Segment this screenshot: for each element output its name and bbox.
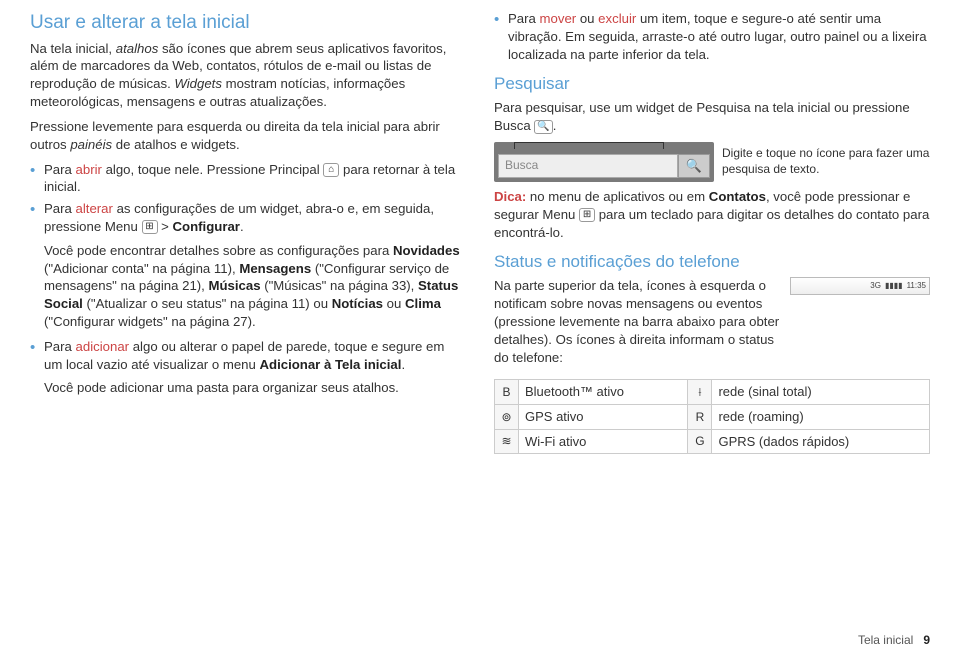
text: Para <box>44 162 76 177</box>
search-icon: 🔍 <box>534 120 552 134</box>
folder-paragraph: Você pode adicionar uma pasta para organ… <box>30 379 466 397</box>
cell-gps: GPS ativo <box>519 404 688 429</box>
search-button[interactable]: 🔍 <box>678 154 710 178</box>
footer-page: 9 <box>923 633 930 647</box>
bold-configurar: Configurar <box>173 219 240 234</box>
bullet-list-2: Para adicionar algo ou alterar o papel d… <box>30 338 466 374</box>
intro-paragraph: Na tela inicial, atalhos são ícones que … <box>30 40 466 111</box>
italic-atalhos: atalhos <box>116 41 159 56</box>
text: Para <box>508 11 540 26</box>
search-widget-figure: Busca 🔍 Digite e toque no ícone para faz… <box>494 142 930 182</box>
highlight-abrir: abrir <box>76 162 102 177</box>
bold-musicas: Músicas <box>209 278 261 293</box>
search-widget-bar: Busca 🔍 <box>494 142 714 182</box>
text: Na tela inicial, <box>30 41 116 56</box>
text: . <box>553 118 557 133</box>
status-section: Na parte superior da tela, ícones à esqu… <box>494 277 930 373</box>
callout-line <box>514 142 664 154</box>
magnifier-icon: 🔍 <box>686 157 702 175</box>
highlight-adicionar: adicionar <box>76 339 130 354</box>
text: . <box>401 357 405 372</box>
search-field-wrap: Busca 🔍 <box>498 154 710 178</box>
text: ("Configurar widgets" na página 27). <box>44 314 256 329</box>
list-item-mover: Para mover ou excluir um item, toque e s… <box>494 10 930 63</box>
italic-widgets: Widgets <box>174 76 222 91</box>
list-item-alterar: Para alterar as configurações de um widg… <box>30 200 466 236</box>
text: Para <box>44 201 76 216</box>
search-input[interactable]: Busca <box>498 154 678 178</box>
home-icon: ⌂ <box>323 163 339 177</box>
wifi-icon: ≋ <box>495 429 519 454</box>
text: ("Atualizar o seu status" na página 11) … <box>83 296 332 311</box>
pesquisar-paragraph: Para pesquisar, use um widget de Pesquis… <box>494 99 930 135</box>
menu-icon: ⊞ <box>142 220 158 234</box>
footer-label: Tela inicial <box>858 633 913 647</box>
gps-icon: ⊚ <box>495 404 519 429</box>
heading-usar-alterar: Usar e alterar a tela inicial <box>30 10 466 36</box>
gprs-icon: G <box>688 429 712 454</box>
heading-status: Status e notificações do telefone <box>494 251 930 274</box>
left-column: Usar e alterar a tela inicial Na tela in… <box>30 10 466 646</box>
text: no menu de aplicativos ou em <box>526 189 709 204</box>
page-footer: Tela inicial 9 <box>858 632 930 648</box>
status-time: 11:35 <box>907 281 926 292</box>
status-paragraph: Na parte superior da tela, ícones à esqu… <box>494 277 782 366</box>
bold-mensagens: Mensagens <box>239 261 311 276</box>
highlight-excluir: excluir <box>598 11 636 26</box>
signal-3g-icon: 3G <box>870 281 881 292</box>
text: algo, toque nele. Pressione Principal <box>102 162 323 177</box>
bold-adicionar-tela: Adicionar à Tela inicial <box>260 357 402 372</box>
cell-wifi: Wi-Fi ativo <box>519 429 688 454</box>
status-bar-figure: 3G ▮▮▮▮ 11:35 <box>790 277 930 373</box>
text: Para <box>44 339 76 354</box>
bold-novidades: Novidades <box>393 243 460 258</box>
text: ("Adicionar conta" na página 11), <box>44 261 239 276</box>
signal-icon: ⟊ <box>688 380 712 405</box>
status-icons-table: B Bluetooth™ ativo ⟊ rede (sinal total) … <box>494 379 930 454</box>
menu-icon: ⊞ <box>579 208 595 222</box>
table-row: ≋ Wi-Fi ativo G GPRS (dados rápidos) <box>495 429 930 454</box>
cell-roaming: rede (roaming) <box>712 404 930 429</box>
roaming-icon: R <box>688 404 712 429</box>
bluetooth-icon: B <box>495 380 519 405</box>
bold-contatos: Contatos <box>709 189 766 204</box>
heading-pesquisar: Pesquisar <box>494 73 930 96</box>
dica-label: Dica: <box>494 189 526 204</box>
text: ("Músicas" na página 33), <box>261 278 418 293</box>
search-figure-caption: Digite e toque no ícone para fazer uma p… <box>722 146 930 177</box>
text: de atalhos e widgets. <box>112 137 240 152</box>
text: ou <box>383 296 405 311</box>
bullet-list: Para abrir algo, toque nele. Pressione P… <box>30 161 466 236</box>
bold-noticias: Notícias <box>332 296 383 311</box>
table-row: ⊚ GPS ativo R rede (roaming) <box>495 404 930 429</box>
cell-sinal: rede (sinal total) <box>712 380 930 405</box>
swipe-paragraph: Pressione levemente para esquerda ou dir… <box>30 118 466 154</box>
list-item-adicionar: Para adicionar algo ou alterar o papel d… <box>30 338 466 374</box>
text: Você pode encontrar detalhes sobre as co… <box>44 243 393 258</box>
text: . <box>240 219 244 234</box>
highlight-mover: mover <box>540 11 577 26</box>
dica-paragraph: Dica: no menu de aplicativos ou em Conta… <box>494 188 930 241</box>
cell-gprs: GPRS (dados rápidos) <box>712 429 930 454</box>
table-row: B Bluetooth™ ativo ⟊ rede (sinal total) <box>495 380 930 405</box>
cell-bluetooth: Bluetooth™ ativo <box>519 380 688 405</box>
signal-bars-icon: ▮▮▮▮ <box>885 281 903 292</box>
text: ou <box>576 11 598 26</box>
right-column: Para mover ou excluir um item, toque e s… <box>494 10 930 646</box>
italic-paineis: painéis <box>70 137 112 152</box>
bullet-list-move: Para mover ou excluir um item, toque e s… <box>494 10 930 63</box>
details-paragraph: Você pode encontrar detalhes sobre as co… <box>30 242 466 331</box>
bold-clima: Clima <box>405 296 441 311</box>
text: > <box>158 219 173 234</box>
highlight-alterar: alterar <box>76 201 113 216</box>
status-bar: 3G ▮▮▮▮ 11:35 <box>790 277 930 295</box>
list-item-abrir: Para abrir algo, toque nele. Pressione P… <box>30 161 466 197</box>
